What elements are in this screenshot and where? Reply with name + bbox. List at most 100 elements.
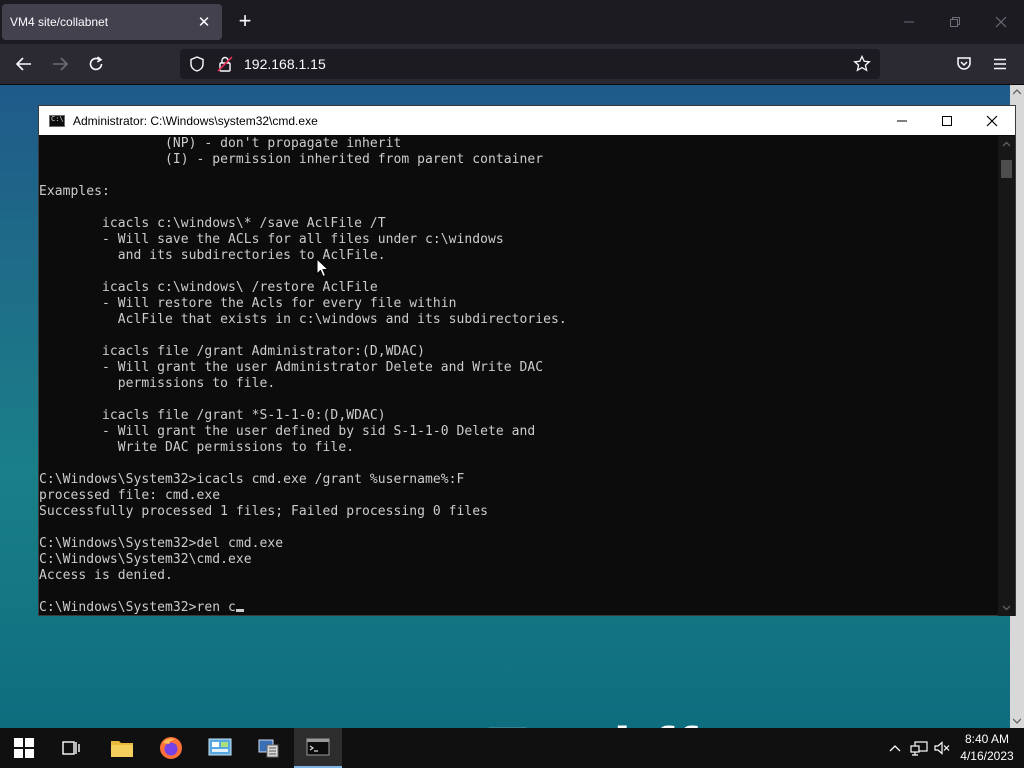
firefox-button[interactable]: [147, 728, 195, 768]
hamburger-menu-icon: [994, 58, 1006, 70]
cmd-scroll-down-button[interactable]: [998, 600, 1015, 616]
close-icon: [995, 16, 1007, 28]
cmd-scroll-up-button[interactable]: [998, 136, 1015, 152]
menu-button[interactable]: [988, 52, 1012, 76]
wallpaper-text: Tr ol ff t: [488, 713, 743, 728]
windows-start-icon: [14, 738, 34, 758]
console-line: permissions to file.: [39, 376, 276, 391]
forward-button[interactable]: [48, 52, 72, 76]
server-manager-button[interactable]: [245, 728, 293, 768]
control-panel-button[interactable]: [196, 728, 244, 768]
console-line: AclFile that exists in c:\windows and it…: [39, 312, 567, 327]
cmd-console-output[interactable]: (NP) - don't propagate inherit (I) - per…: [39, 136, 999, 616]
cmd-scroll-thumb[interactable]: [1001, 160, 1012, 178]
browser-tab[interactable]: VM4 site/collabnet ✕: [2, 4, 222, 40]
cmd-window[interactable]: Administrator: C:\Windows\system32\cmd.e…: [38, 105, 1016, 616]
scroll-down-icon[interactable]: [1013, 717, 1021, 725]
console-line: Successfully processed 1 files; Failed p…: [39, 504, 488, 519]
browser-nav-bar: 192.168.1.15: [0, 44, 1024, 85]
cmd-window-icon: [49, 114, 65, 127]
pocket-button[interactable]: [952, 52, 976, 76]
console-line: Write DAC permissions to file.: [39, 440, 355, 455]
tab-title: VM4 site/collabnet: [10, 15, 109, 29]
network-icon: [910, 741, 928, 756]
clock-time: 8:40 AM: [964, 732, 1010, 746]
chevron-up-icon: [1002, 141, 1011, 147]
console-line: icacls file /grant *S-1-1-0:(D,WDAC): [39, 408, 386, 423]
cmd-icon: [306, 738, 330, 756]
server-manager-icon: [258, 739, 279, 758]
mouse-pointer-icon: [316, 258, 330, 278]
volume-tray-button[interactable]: [931, 728, 953, 768]
file-explorer-button[interactable]: [98, 728, 146, 768]
reload-icon: [89, 56, 103, 71]
console-line: - Will save the ACLs for all files under…: [39, 232, 504, 247]
console-line: - Will grant the user Administrator Dele…: [39, 360, 544, 375]
cmd-close-button[interactable]: [969, 106, 1015, 135]
browser-tab-bar: VM4 site/collabnet ✕ +: [0, 0, 1024, 44]
show-hidden-icons-button[interactable]: [884, 728, 906, 768]
taskbar-clock[interactable]: 8:40 AM 4/16/2023: [955, 731, 1019, 765]
cmd-taskbar-button[interactable]: [294, 728, 342, 768]
console-line: icacls file /grant Administrator:(D,WDAC…: [39, 344, 425, 359]
minimize-icon: [897, 120, 907, 121]
forward-arrow-icon: [53, 57, 69, 71]
console-line: processed file: cmd.exe: [39, 488, 221, 503]
restore-icon: [950, 17, 960, 27]
chevron-up-icon: [889, 745, 901, 752]
text-cursor: [235, 609, 244, 612]
cmd-maximize-button[interactable]: [924, 106, 970, 135]
lock-insecure-icon[interactable]: [216, 55, 234, 73]
browser-minimize-button[interactable]: [897, 10, 921, 34]
console-line: (I) - permission inherited from parent c…: [39, 152, 544, 167]
console-line: - Will restore the Acls for every file w…: [39, 296, 457, 311]
console-line: C:\Windows\System32>icacls cmd.exe /gran…: [39, 472, 465, 487]
back-arrow-icon: [15, 57, 31, 71]
url-bar[interactable]: 192.168.1.15: [180, 49, 880, 79]
file-explorer-icon: [111, 741, 133, 757]
control-panel-icon: [208, 738, 232, 756]
scroll-up-icon[interactable]: [1013, 88, 1021, 96]
new-tab-button[interactable]: +: [232, 9, 258, 35]
volume-muted-icon: [934, 741, 950, 755]
console-prompt-line[interactable]: C:\Windows\System32>ren c: [39, 600, 999, 616]
task-view-icon: [62, 741, 80, 755]
console-line: Examples:: [39, 184, 110, 199]
bookmark-star-icon[interactable]: [853, 55, 871, 73]
cmd-title-bar[interactable]: Administrator: C:\Windows\system32\cmd.e…: [39, 106, 1015, 135]
console-line: Access is denied.: [39, 568, 173, 583]
cmd-title: Administrator: C:\Windows\system32\cmd.e…: [73, 113, 318, 128]
chevron-down-icon: [1002, 605, 1011, 611]
prompt-text: C:\Windows\System32>ren c: [39, 600, 236, 615]
network-tray-button[interactable]: [907, 728, 931, 768]
tab-close-icon[interactable]: ✕: [194, 13, 214, 31]
console-line: C:\Windows\System32>del cmd.exe: [39, 536, 284, 551]
console-line: - Will grant the user defined by sid S-1…: [39, 424, 536, 439]
url-text: 192.168.1.15: [244, 56, 326, 72]
back-button[interactable]: [12, 52, 36, 76]
taskbar: 8:40 AM 4/16/2023: [0, 728, 1024, 768]
pocket-icon: [957, 57, 971, 70]
console-line: icacls c:\windows\ /restore AclFile: [39, 280, 378, 295]
close-icon: [986, 115, 998, 126]
browser-close-button[interactable]: [989, 10, 1013, 34]
task-view-button[interactable]: [48, 728, 96, 768]
minimize-icon: [904, 21, 914, 23]
console-line: (NP) - don't propagate inherit: [39, 136, 402, 151]
cmd-minimize-button[interactable]: [879, 106, 925, 135]
browser-restore-button[interactable]: [943, 10, 967, 34]
shield-icon[interactable]: [188, 55, 206, 73]
start-button[interactable]: [0, 728, 48, 768]
reload-button[interactable]: [84, 52, 108, 76]
console-line: C:\Windows\System32\cmd.exe: [39, 552, 252, 567]
maximize-icon: [942, 115, 952, 126]
console-line: and its subdirectories to AclFile.: [39, 248, 386, 263]
cmd-scrollbar[interactable]: [998, 136, 1015, 616]
